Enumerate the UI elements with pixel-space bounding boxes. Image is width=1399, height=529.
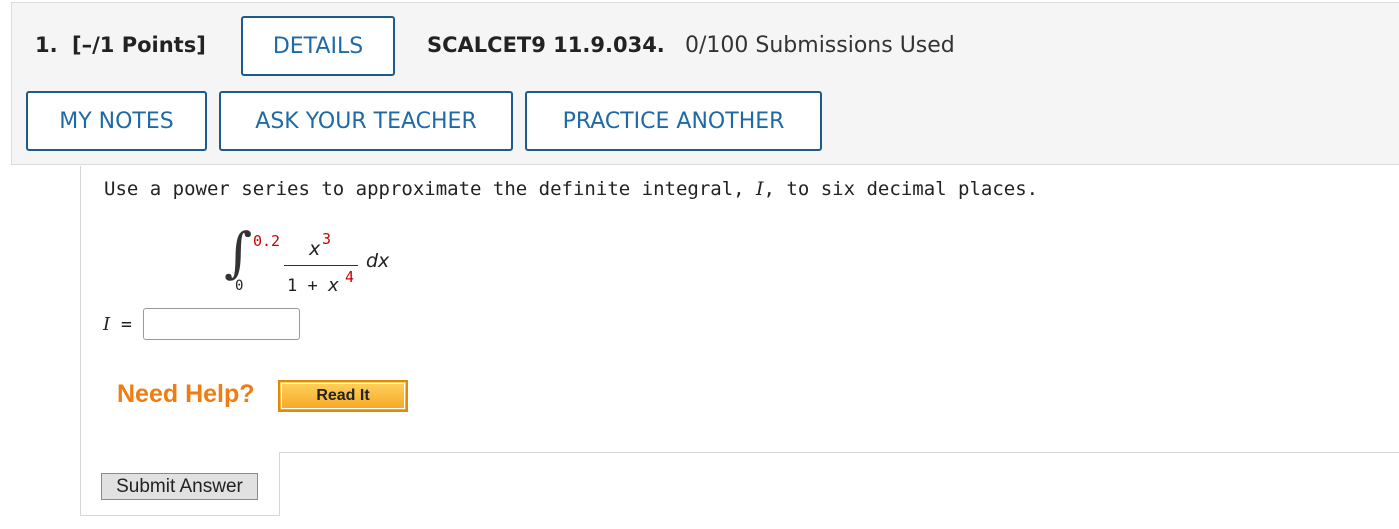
denominator-exponent: 4	[345, 268, 355, 286]
integral-upper-limit: 0.2	[253, 232, 281, 250]
denominator: 1 + x	[287, 275, 339, 296]
submit-answer-button[interactable]: Submit Answer	[101, 473, 258, 500]
read-it-button[interactable]: Read It	[278, 380, 408, 412]
answer-label: I =	[103, 314, 132, 335]
prompt-text-before: Use a power series to approximate the de…	[104, 178, 757, 200]
numerator-exponent: 3	[322, 230, 332, 248]
details-button[interactable]: DETAILS	[241, 16, 395, 76]
content-border-left	[80, 166, 81, 516]
numerator-variable: x	[309, 238, 321, 260]
answer-label-equals: =	[110, 314, 132, 335]
question-prompt: Use a power series to approximate the de…	[104, 178, 1038, 200]
content-border-step	[279, 452, 280, 516]
question-code: SCALCET9 11.9.034.	[427, 33, 665, 57]
question-number: 1.	[35, 33, 58, 57]
fraction-bar	[284, 265, 358, 266]
prompt-text-after: , to six decimal places.	[763, 178, 1039, 200]
question-points: [–/1 Points]	[72, 33, 206, 57]
denominator-variable: x	[327, 275, 339, 296]
ask-your-teacher-button[interactable]: ASK YOUR TEACHER	[219, 91, 513, 151]
integral-sign: ∫	[224, 221, 253, 284]
content-border-bottom	[80, 515, 280, 516]
practice-another-button[interactable]: PRACTICE ANOTHER	[525, 91, 822, 151]
denominator-prefix: 1 +	[287, 276, 328, 296]
content-border-divider	[279, 452, 1399, 453]
my-notes-button[interactable]: MY NOTES	[26, 91, 207, 151]
integral-lower-limit: 0	[235, 278, 244, 294]
answer-input[interactable]	[143, 308, 300, 340]
submissions-used: 0/100 Submissions Used	[685, 33, 955, 58]
need-help-label: Need Help?	[117, 380, 255, 408]
integral-differential: dx	[366, 250, 390, 272]
prompt-variable: I	[756, 178, 764, 200]
